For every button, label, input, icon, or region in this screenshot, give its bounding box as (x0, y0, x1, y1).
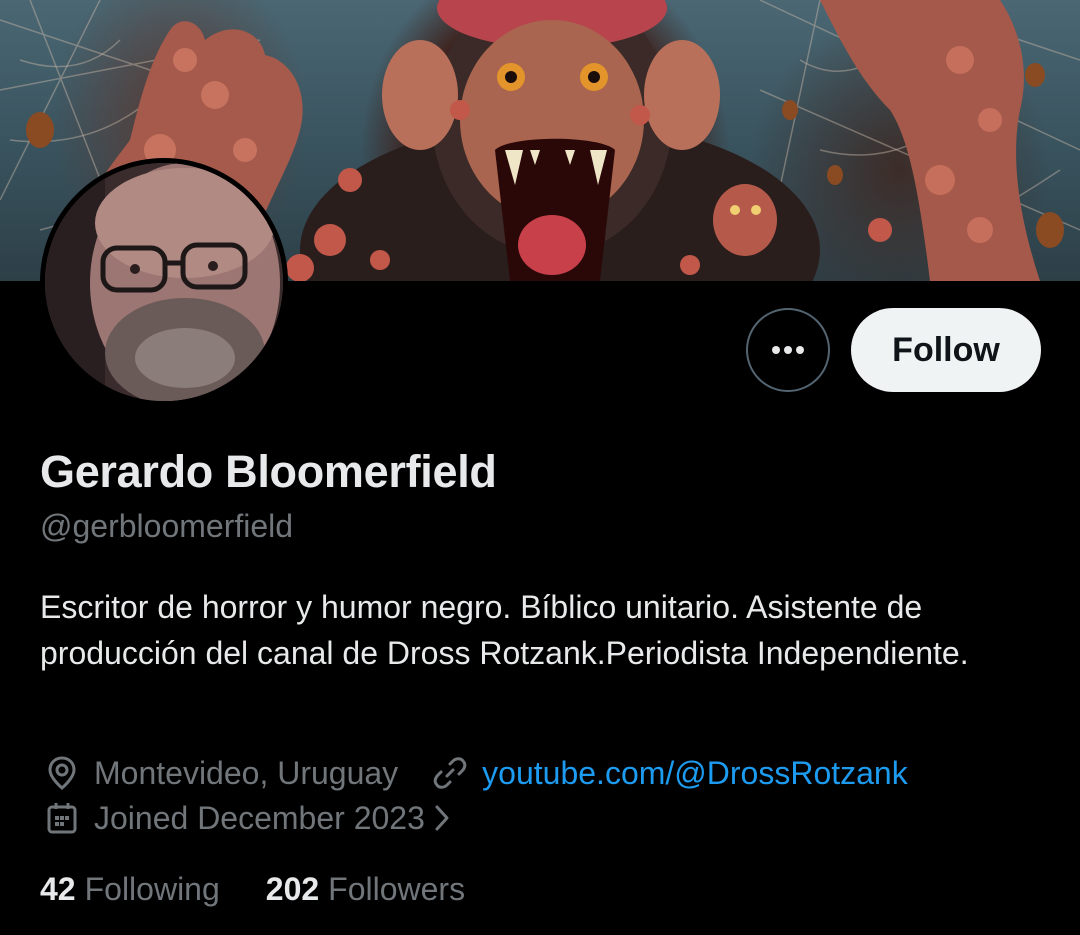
profile-meta-row: Montevideo, Uruguay youtube.com/@DrossRo… (40, 750, 938, 796)
website-link[interactable]: youtube.com/@DrossRotzank (482, 755, 908, 792)
followers-label: Followers (328, 870, 466, 907)
more-options-button[interactable] (746, 308, 830, 392)
location-text: Montevideo, Uruguay (94, 754, 399, 791)
profile-website[interactable]: youtube.com/@DrossRotzank (428, 755, 908, 792)
profile-joined[interactable]: Joined December 2023 (40, 800, 453, 837)
follow-button[interactable]: Follow (851, 308, 1041, 392)
profile-bio: Escritor de horror y humor negro. Bíblic… (40, 589, 969, 671)
followers-count: 202 (265, 870, 320, 907)
following-stat[interactable]: 42 Following (40, 871, 220, 908)
calendar-icon (40, 800, 84, 836)
profile-page: Follow Gerardo Bloomerfield @gerbloomerf… (0, 0, 1080, 935)
profile-stats: 42 Following 202 Followers (40, 866, 511, 912)
location-pin-icon (40, 755, 84, 791)
profile-joined-row[interactable]: Joined December 2023 (40, 795, 453, 841)
link-icon (428, 755, 472, 791)
chevron-right-icon (431, 803, 453, 833)
more-horizontal-icon (772, 346, 804, 354)
following-label: Following (84, 870, 220, 907)
profile-handle: @gerbloomerfield (40, 508, 294, 544)
joined-text: Joined December 2023 (94, 799, 425, 836)
profile-display-name: Gerardo Bloomerfield (40, 446, 497, 497)
avatar-photo (45, 163, 283, 401)
followers-stat[interactable]: 202 Followers (266, 871, 465, 908)
following-count: 42 (40, 870, 76, 907)
profile-avatar[interactable] (40, 158, 288, 406)
profile-location: Montevideo, Uruguay (40, 755, 398, 792)
